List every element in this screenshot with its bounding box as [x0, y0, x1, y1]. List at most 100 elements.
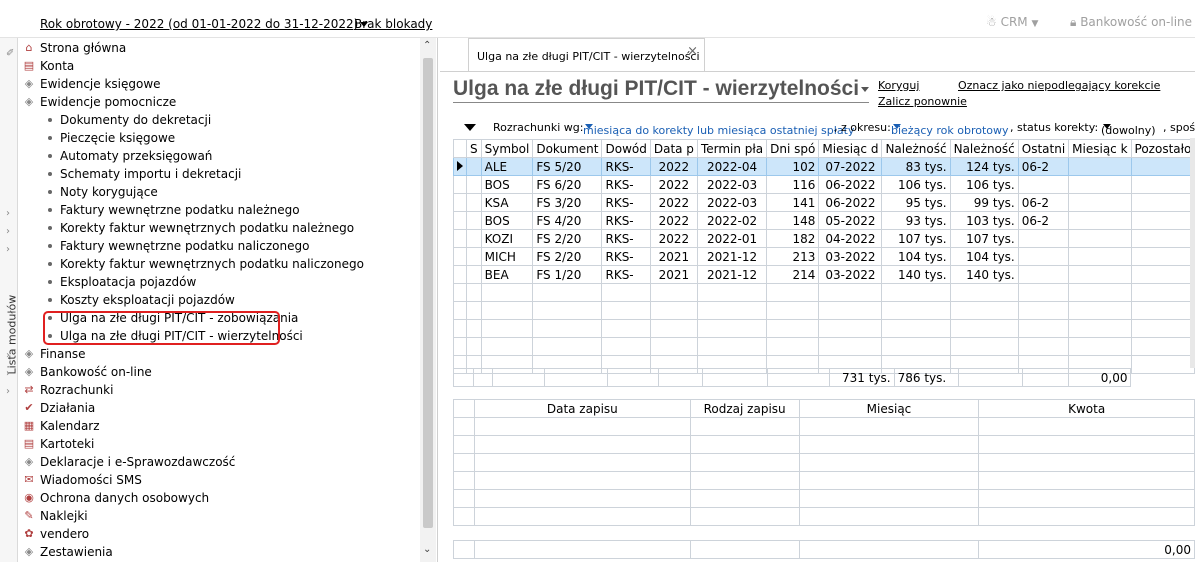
table-cell[interactable] [1130, 265, 1195, 284]
table-row[interactable] [453, 471, 1195, 490]
table-cell[interactable]: 83 tys. [881, 157, 951, 176]
column-header[interactable]: Symbol [480, 139, 534, 158]
table-cell[interactable] [978, 435, 1195, 454]
table-cell[interactable] [949, 283, 1019, 302]
table-cell[interactable]: 2022-01 [696, 229, 768, 248]
table-cell[interactable]: 06-2022 [818, 193, 883, 212]
table-cell[interactable]: 214 [766, 265, 820, 284]
table-row[interactable] [453, 435, 1195, 454]
table-cell[interactable] [689, 507, 800, 526]
table-cell[interactable] [453, 489, 475, 508]
table-row[interactable] [453, 453, 1195, 472]
table-cell[interactable] [1130, 175, 1195, 194]
table-cell[interactable] [473, 435, 691, 454]
table-cell[interactable] [881, 283, 951, 302]
table-cell[interactable]: 2022-02 [696, 211, 768, 230]
table-cell[interactable] [480, 337, 534, 356]
table-cell[interactable] [696, 301, 768, 320]
table-cell[interactable]: RKS- [601, 247, 651, 266]
table-cell[interactable]: 04-2022 [818, 229, 883, 248]
table-cell[interactable]: 104 tys. [881, 247, 951, 266]
table-cell[interactable]: BEA [480, 265, 534, 284]
table-cell[interactable] [1130, 229, 1195, 248]
koryguj-link[interactable]: Koryguj [878, 79, 919, 92]
table-cell[interactable]: 2022-04 [696, 157, 768, 176]
table-cell[interactable] [949, 319, 1019, 338]
chevron-down-icon[interactable]: ⌄ [423, 544, 431, 555]
column-header[interactable]: Należność [949, 139, 1019, 158]
table-cell[interactable] [1130, 337, 1195, 356]
table-row[interactable]: ALE FS 5/20 RKS- 2022 2022-04 102 07-2022 83 ty… [453, 157, 1195, 176]
column-header[interactable]: Kwota [978, 399, 1195, 418]
table-cell[interactable]: MICH [480, 247, 534, 266]
table-cell[interactable] [1068, 175, 1132, 194]
table-cell[interactable]: 2021-12 [696, 265, 768, 284]
table-cell[interactable] [1130, 157, 1195, 176]
table-cell[interactable] [689, 435, 800, 454]
table-cell[interactable]: 104 tys. [949, 247, 1019, 266]
table-cell[interactable] [978, 471, 1195, 490]
table-row[interactable] [453, 337, 1195, 356]
table-cell[interactable] [978, 489, 1195, 508]
table-row[interactable]: BOS FS 4/20 RKS- 2022 2022-02 148 05-2022 93 ty… [453, 211, 1195, 230]
table-cell[interactable]: 2022-03 [696, 193, 768, 212]
crm-button[interactable]: ☃ CRM ▼ [986, 15, 1038, 29]
table-cell[interactable] [766, 319, 820, 338]
table-cell[interactable] [466, 283, 482, 302]
table-cell[interactable]: FS 3/20 [532, 193, 603, 212]
table-cell[interactable]: FS 2/20 [532, 229, 603, 248]
column-header[interactable]: Dokument [532, 139, 603, 158]
table-cell[interactable] [978, 507, 1195, 526]
table-cell[interactable]: 06-2 [1017, 193, 1070, 212]
table-cell[interactable] [1068, 283, 1132, 302]
table-cell[interactable]: 116 [766, 175, 820, 194]
table-cell[interactable] [473, 471, 691, 490]
table-cell[interactable] [466, 301, 482, 320]
table-cell[interactable]: FS 4/20 [532, 211, 603, 230]
table-cell[interactable]: 2022 [649, 157, 698, 176]
close-icon[interactable]: × [687, 34, 698, 70]
table-cell[interactable] [798, 507, 980, 526]
column-header[interactable]: Należność [881, 139, 951, 158]
column-header[interactable]: S [466, 139, 482, 158]
table-cell[interactable]: 102 [766, 157, 820, 176]
table-cell[interactable] [649, 337, 698, 356]
table-cell[interactable] [1068, 265, 1132, 284]
table-cell[interactable] [1017, 265, 1070, 284]
table-cell[interactable]: 06-2 [1017, 157, 1070, 176]
column-header[interactable]: Data zapisu [473, 399, 691, 418]
table-row[interactable] [453, 301, 1195, 320]
table-cell[interactable] [1068, 157, 1132, 176]
table-cell[interactable]: RKS- [601, 175, 651, 194]
table-cell[interactable] [466, 319, 482, 338]
nav-scrollbar[interactable]: ⌃ ⌄ [420, 38, 436, 562]
table-cell[interactable]: 124 tys. [949, 157, 1019, 176]
table-cell[interactable]: 107 tys. [881, 229, 951, 248]
table-cell[interactable] [949, 301, 1019, 320]
tab-ulga-wierzytelnosci[interactable]: Ulga na złe długi PIT/CIT - wierzytelnoś… [468, 38, 705, 72]
table-cell[interactable] [466, 157, 482, 176]
table-cell[interactable] [881, 337, 951, 356]
table-cell[interactable]: KSA [480, 193, 534, 212]
oznacz-link[interactable]: Oznacz jako niepodlegający korekcie [958, 79, 1160, 92]
table-row[interactable]: KSA FS 3/20 RKS- 2022 2022-03 141 06-2022 95 ty… [453, 193, 1195, 212]
table-cell[interactable] [601, 283, 651, 302]
table-cell[interactable] [689, 417, 800, 436]
table-cell[interactable]: 05-2022 [818, 211, 883, 230]
table-cell[interactable] [1130, 301, 1195, 320]
table-cell[interactable]: FS 2/20 [532, 247, 603, 266]
table-cell[interactable]: 106 tys. [881, 175, 951, 194]
table-cell[interactable] [466, 337, 482, 356]
table-cell[interactable]: 2022-03 [696, 175, 768, 194]
table-row[interactable] [453, 319, 1195, 338]
table-cell[interactable]: 06-2 [1017, 211, 1070, 230]
table-cell[interactable] [480, 301, 534, 320]
table-cell[interactable] [1068, 301, 1132, 320]
table-cell[interactable] [601, 301, 651, 320]
table-cell[interactable] [1068, 337, 1132, 356]
table-cell[interactable] [818, 337, 883, 356]
table-cell[interactable] [480, 283, 534, 302]
table-cell[interactable] [453, 453, 475, 472]
table-cell[interactable] [466, 193, 482, 212]
table-cell[interactable]: 06-2022 [818, 175, 883, 194]
